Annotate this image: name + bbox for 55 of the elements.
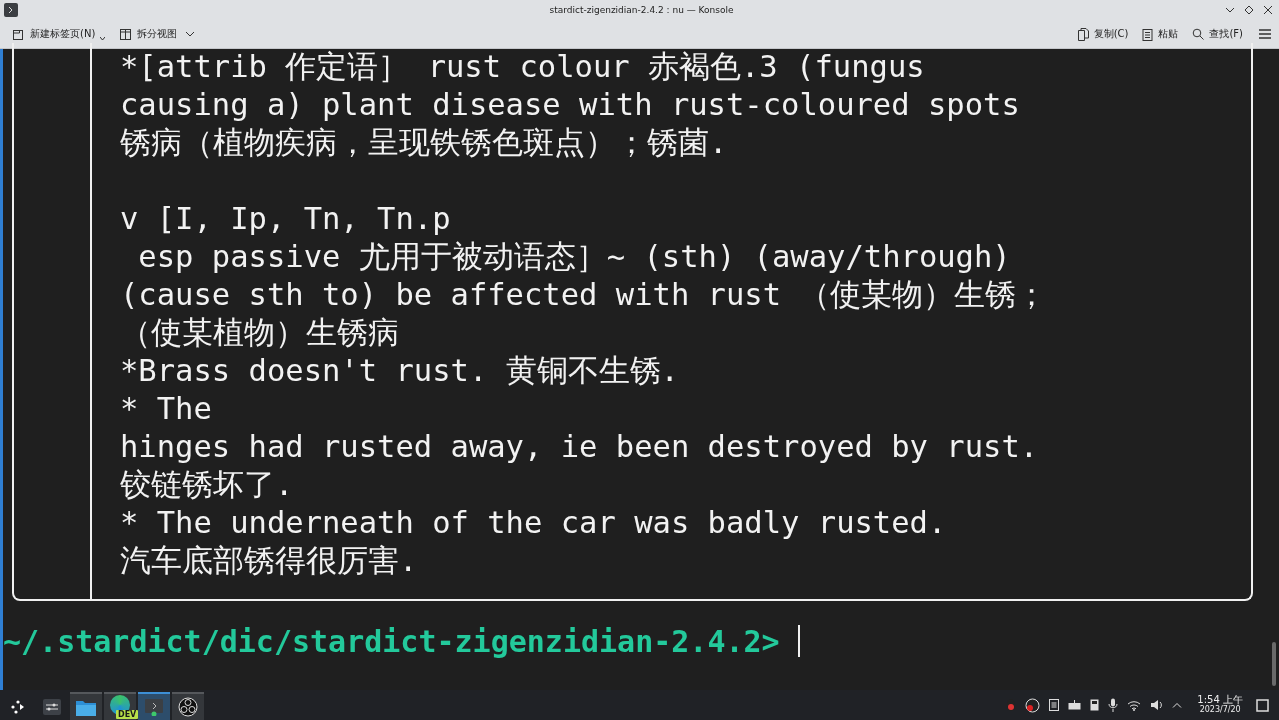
- microphone-icon[interactable]: [1108, 698, 1119, 712]
- clock[interactable]: 1:54 上午 2023/7/20: [1197, 695, 1243, 715]
- clock-time: 1:54 上午: [1197, 695, 1243, 705]
- browser-task-button[interactable]: DEV: [104, 692, 136, 720]
- obs-icon: [178, 697, 198, 717]
- obs-task-button[interactable]: [172, 692, 204, 720]
- output-line: esp passive 尤用于被动语态］~ (sth) (away/through): [137, 238, 1012, 276]
- output-line: * The underneath of the car was badly rusted.: [120, 504, 948, 542]
- maximize-button[interactable]: [1244, 5, 1254, 15]
- dev-badge: DEV: [116, 710, 139, 719]
- paste-button[interactable]: 粘贴: [1140, 25, 1181, 43]
- find-button[interactable]: 查找(F): [1190, 25, 1245, 43]
- output-line: 铰链锈坏了.: [120, 466, 295, 504]
- output-line: （使某植物）生锈病: [120, 314, 400, 352]
- obs-tray-icon[interactable]: [1025, 697, 1041, 713]
- output-line: 汽车底部锈得很厉害.: [120, 542, 419, 580]
- clipboard-icon[interactable]: [1049, 699, 1060, 711]
- drive-icon[interactable]: [1090, 699, 1100, 711]
- folder-icon: [76, 698, 96, 716]
- output-line: (cause sth to) be affected with rust （使某物）生锈；: [120, 276, 1048, 314]
- output-line: 锈病（植物疾病，呈现铁锈色斑点）；锈菌.: [120, 124, 729, 162]
- scrollbar-thumb[interactable]: [1272, 642, 1276, 686]
- output-line: *Brass doesn't rust. 黄铜不生锈.: [120, 352, 680, 390]
- close-button[interactable]: [1263, 5, 1273, 15]
- output-line: v [I, Ip, Tn, Tn.p: [120, 200, 452, 238]
- output-line: * The: [120, 390, 213, 428]
- clipboard-icon: [1142, 27, 1154, 41]
- terminal-icon: [4, 3, 18, 17]
- sliders-icon: [43, 699, 61, 715]
- output-line: causing a) plant disease with rust-coloured spots: [120, 86, 1021, 124]
- speaker-icon[interactable]: [1150, 699, 1164, 711]
- shell-prompt: ~/.stardict/dic/stardict-zigenzidian-2.4.2>: [3, 623, 780, 659]
- terminal-task-button[interactable]: [138, 692, 170, 720]
- caret-icon: [186, 31, 195, 37]
- window-title: stardict-zigenzidian-2.4.2 : nu — Konsole: [548, 5, 735, 15]
- menu-icon[interactable]: [1259, 29, 1271, 39]
- caret-icon: [100, 37, 106, 41]
- output-line: *[attrib 作定语］ rust colour 赤褐色.3 (fungus: [120, 48, 926, 86]
- clock-date: 2023/7/20: [1199, 705, 1241, 715]
- wifi-icon[interactable]: [1127, 699, 1142, 711]
- copy-icon: [1077, 27, 1089, 41]
- copy-button[interactable]: 复制(C): [1075, 25, 1131, 43]
- search-icon: [1192, 28, 1205, 40]
- folder-task-button[interactable]: [70, 692, 102, 720]
- split-view-icon: [119, 27, 133, 41]
- launcher-icon: [10, 699, 26, 715]
- text-cursor: [797, 625, 800, 657]
- terminal-icon: [145, 698, 163, 716]
- show-desktop-icon[interactable]: [1256, 698, 1269, 712]
- new-tab-button[interactable]: 新建标签页(N): [10, 25, 108, 43]
- output-line: hinges had rusted away, ie been destroyed by rust.: [120, 428, 1040, 466]
- expand-icon[interactable]: [1172, 702, 1183, 708]
- minimize-button[interactable]: [1225, 5, 1235, 15]
- new-tab-icon: [12, 27, 25, 41]
- split-view-button[interactable]: 拆分视图: [117, 25, 197, 43]
